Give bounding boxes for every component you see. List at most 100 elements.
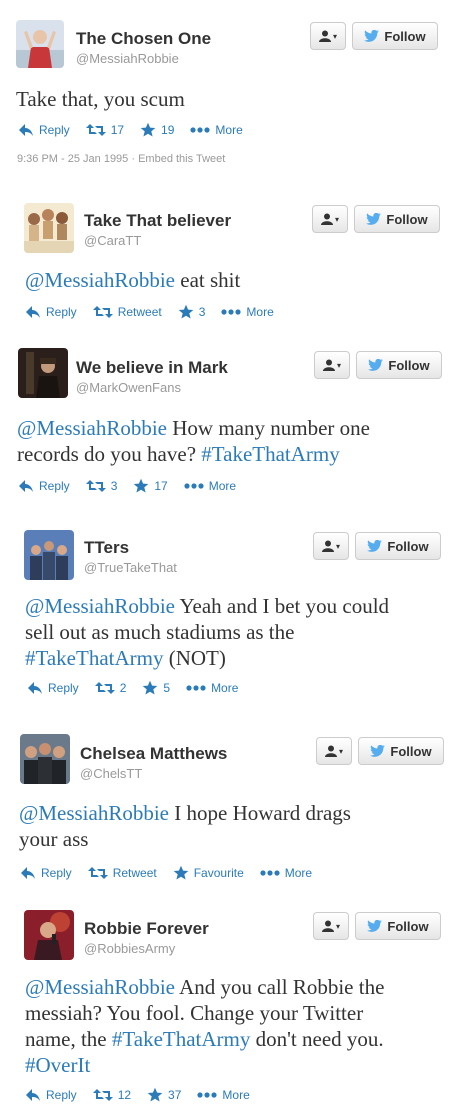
favorite-label: Favourite xyxy=(193,866,244,880)
reply-button[interactable]: Reply xyxy=(20,866,72,880)
more-dots-icon xyxy=(260,870,280,876)
tweet-body: And you call Robbie the xyxy=(175,975,385,999)
more-dots-icon xyxy=(184,483,204,489)
more-button[interactable]: More xyxy=(190,123,243,137)
username[interactable]: @MarkOwenFans xyxy=(76,380,181,395)
avatar[interactable] xyxy=(24,203,74,253)
hashtag-link[interactable]: #OverIt xyxy=(25,1053,90,1077)
mention-link[interactable]: @MessiahRobbie xyxy=(25,975,175,999)
retweet-button[interactable]: Retweet xyxy=(88,866,157,880)
user-actions-button[interactable]: ▾ xyxy=(314,351,350,379)
retweet-icon xyxy=(93,1088,113,1102)
tweet-6: Robbie Forever @RobbiesArmy ▾ Follow @Me… xyxy=(0,900,475,1111)
display-name[interactable]: Chelsea Matthews xyxy=(80,744,227,764)
star-icon xyxy=(133,478,149,494)
more-button[interactable]: More xyxy=(197,1088,250,1102)
username[interactable]: @CaraTT xyxy=(84,233,141,248)
reply-button[interactable]: Reply xyxy=(25,305,77,319)
retweet-button[interactable]: Retweet xyxy=(93,305,162,319)
tweet-text: @MessiahRobbie eat shit xyxy=(25,267,240,293)
reply-button[interactable]: Reply xyxy=(18,479,70,493)
mention-link[interactable]: @MessiahRobbie xyxy=(25,268,175,292)
avatar[interactable] xyxy=(18,348,68,398)
mention-link[interactable]: @MessiahRobbie xyxy=(25,594,175,618)
favorite-button[interactable]: 37 xyxy=(147,1087,181,1103)
favorite-button[interactable]: 3 xyxy=(178,304,206,320)
username[interactable]: @RobbiesArmy xyxy=(84,941,175,956)
follow-label: Follow xyxy=(390,743,432,759)
retweet-button[interactable]: 3 xyxy=(86,479,117,493)
reply-arrow-icon xyxy=(18,479,34,493)
follow-label: Follow xyxy=(388,357,430,373)
follow-button[interactable]: Follow xyxy=(354,205,440,233)
tweet-line-1: @MessiahRobbie I hope Howard drags xyxy=(19,800,351,826)
favorite-button[interactable]: 5 xyxy=(142,680,170,696)
tweet-line-2: records do you have? #TakeThatArmy xyxy=(17,441,370,467)
retweet-button[interactable]: 12 xyxy=(93,1088,131,1102)
display-name[interactable]: Take That believer xyxy=(84,211,231,231)
user-actions-button[interactable]: ▾ xyxy=(313,912,349,940)
star-icon xyxy=(140,122,156,138)
follow-label: Follow xyxy=(387,538,429,554)
username[interactable]: @MessiahRobbie xyxy=(76,51,179,66)
follow-button[interactable]: Follow xyxy=(355,912,441,940)
reply-arrow-icon xyxy=(25,1088,41,1102)
tweet-body: name, the xyxy=(25,1027,112,1051)
username[interactable]: @TrueTakeThat xyxy=(84,560,177,575)
reply-arrow-icon xyxy=(25,305,41,319)
display-name[interactable]: Robbie Forever xyxy=(84,919,209,939)
avatar[interactable] xyxy=(24,530,74,580)
user-actions-button[interactable]: ▾ xyxy=(310,22,346,50)
more-button[interactable]: More xyxy=(260,866,312,880)
tweet-body: Take that, you scum xyxy=(16,87,185,111)
caret-icon: ▾ xyxy=(332,31,337,41)
favorite-button[interactable]: 17 xyxy=(133,478,168,494)
display-name[interactable]: We believe in Mark xyxy=(76,358,228,378)
embed-link[interactable]: Embed this Tweet xyxy=(138,153,225,165)
star-icon xyxy=(142,680,158,696)
follow-button[interactable]: Follow xyxy=(358,737,444,765)
retweet-button[interactable]: 17 xyxy=(86,123,124,137)
more-dots-icon xyxy=(221,309,241,315)
mention-link[interactable]: @MessiahRobbie xyxy=(17,416,167,440)
favorite-button[interactable]: 19 xyxy=(140,122,174,138)
hashtag-link[interactable]: #TakeThatArmy xyxy=(201,442,339,466)
favorite-count: 3 xyxy=(198,305,206,319)
more-button[interactable]: More xyxy=(186,681,238,695)
reply-button[interactable]: Reply xyxy=(25,1088,77,1102)
reply-button[interactable]: Reply xyxy=(27,681,79,695)
user-actions-button[interactable]: ▾ xyxy=(312,205,348,233)
user-actions-button[interactable]: ▾ xyxy=(313,532,349,560)
user-dropdown-icon xyxy=(322,920,334,932)
follow-button[interactable]: Follow xyxy=(356,351,442,379)
mention-link[interactable]: @MessiahRobbie xyxy=(19,801,169,825)
tweet-actions: Reply 12 37 More xyxy=(25,1087,266,1103)
display-name[interactable]: The Chosen One xyxy=(76,29,211,49)
more-button[interactable]: More xyxy=(184,479,236,493)
hashtag-link[interactable]: #TakeThatArmy xyxy=(112,1027,250,1051)
more-button[interactable]: More xyxy=(221,305,274,319)
user-actions-button[interactable]: ▾ xyxy=(316,737,352,765)
tweet-body: don't need you. xyxy=(250,1027,384,1051)
more-dots-icon xyxy=(190,127,210,133)
reply-button[interactable]: Reply xyxy=(18,123,70,137)
timestamp[interactable]: 9:36 PM - 25 Jan 1995 xyxy=(17,153,128,165)
tweet-3: We believe in Mark @MarkOwenFans ▾ Follo… xyxy=(0,340,475,520)
hashtag-link[interactable]: #TakeThatArmy xyxy=(25,646,163,670)
tweet-actions: Reply 2 5 More xyxy=(27,680,254,696)
tweet-body: eat shit xyxy=(175,268,241,292)
follow-button[interactable]: Follow xyxy=(352,22,438,50)
avatar[interactable] xyxy=(16,20,64,68)
favorite-button[interactable]: Favourite xyxy=(173,865,244,881)
avatar[interactable] xyxy=(20,734,70,784)
tweet-line-3: #TakeThatArmy (NOT) xyxy=(25,645,389,671)
retweet-label: Retweet xyxy=(117,305,162,319)
star-icon xyxy=(147,1087,163,1103)
retweet-button[interactable]: 2 xyxy=(95,681,126,695)
username[interactable]: @ChelsTT xyxy=(80,766,142,781)
tweet-line-2: messiah? You fool. Change your Twitter xyxy=(25,1001,364,1025)
tweet-body: Yeah and I bet you could xyxy=(175,594,390,618)
avatar[interactable] xyxy=(24,910,74,960)
follow-button[interactable]: Follow xyxy=(355,532,441,560)
display-name[interactable]: TTers xyxy=(84,538,129,558)
